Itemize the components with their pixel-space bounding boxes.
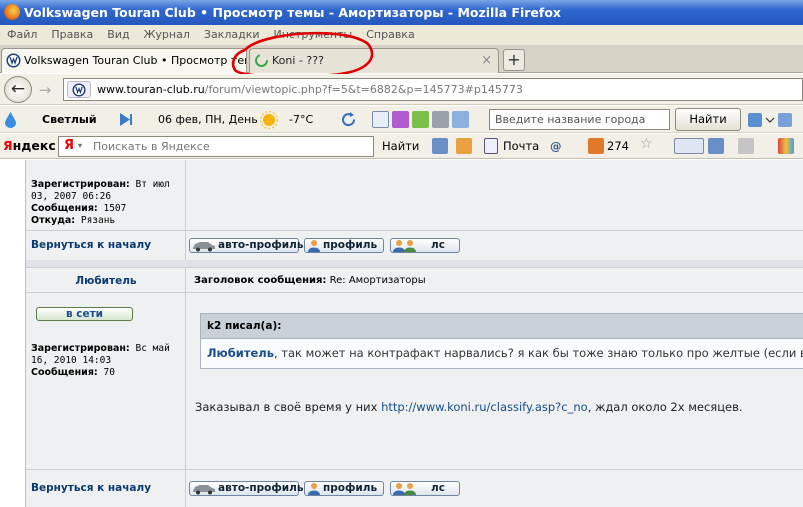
post2-footer-left: Вернуться к началу <box>26 469 186 507</box>
mail-button[interactable]: Почта <box>503 139 539 153</box>
navigation-bar: ← → www.touran-club.ru/forum/viewtopic.p… <box>0 74 803 105</box>
menu-edit[interactable]: Правка <box>44 25 100 45</box>
star-icon[interactable]: ☆ <box>640 136 653 152</box>
yandex-find-button[interactable]: Найти <box>382 139 419 153</box>
tools-icon[interactable] <box>432 111 449 128</box>
window-title: Volkswagen Touran Club • Просмотр темы -… <box>24 5 561 20</box>
loading-icon <box>255 54 268 67</box>
post1-footer-left: Вернуться к началу <box>26 230 186 260</box>
counter-icon[interactable] <box>588 138 604 154</box>
vw-logo-icon <box>6 53 21 68</box>
font-icon[interactable] <box>674 138 704 154</box>
filter-icon[interactable] <box>456 138 472 154</box>
play-icon[interactable] <box>117 111 133 128</box>
menu-history[interactable]: Журнал <box>137 25 197 45</box>
tab-touran-club[interactable]: Volkswagen Touran Club • Просмотр тем... <box>1 48 247 73</box>
menu-tools[interactable]: Инструменты <box>267 25 360 45</box>
url-path: /forum/viewtopic.php?f=5&t=6882&p=145773… <box>204 83 523 96</box>
pm-button[interactable]: лс <box>390 238 460 253</box>
quote-body: Любитель, так может на контрафакт нарвал… <box>200 339 803 369</box>
chevron-down-icon[interactable]: ▾ <box>78 141 82 150</box>
page-content: Зарегистрирован: Вт июл 03, 2007 06:26 С… <box>0 160 803 507</box>
yandex-toolbar: Яндекс ▾ Я ▾ Поискать в Яндексе Найти По… <box>0 134 803 159</box>
users-icon <box>393 483 416 495</box>
user-icon <box>308 240 320 252</box>
post1-body <box>186 160 803 230</box>
post2-subject-row: Заголовок сообщения: Re: Амортизаторы <box>186 267 803 293</box>
back-to-top-link[interactable]: Вернуться к началу <box>31 239 151 251</box>
sun-icon <box>259 111 279 129</box>
translate-tools-icon[interactable] <box>746 112 796 128</box>
drop-icon[interactable] <box>4 111 17 128</box>
weather-temp: -7°C <box>289 113 314 126</box>
menu-view[interactable]: Вид <box>100 25 136 45</box>
weather-date: 06 фев, ПН, День <box>158 113 258 126</box>
tab-koni[interactable]: Koni - ??? × <box>249 48 499 73</box>
car-icon <box>193 485 215 495</box>
auto-profile-button[interactable]: авто-профиль <box>189 238 303 253</box>
tab-label: Volkswagen Touran Club • Просмотр тем... <box>24 54 247 67</box>
profile-button[interactable]: профиль <box>304 481 384 496</box>
pm-button[interactable]: лс <box>390 481 460 496</box>
menu-bookmarks[interactable]: Закладки <box>197 25 267 45</box>
forward-button[interactable]: → <box>34 81 56 99</box>
users-icon <box>393 240 416 252</box>
calendar-icon[interactable] <box>392 111 409 128</box>
tab-strip: Volkswagen Touran Club • Просмотр тем...… <box>0 45 803 73</box>
auto-profile-button[interactable]: авто-профиль <box>189 481 303 496</box>
online-status-badge: в сети <box>36 307 133 321</box>
url-text: www.touran-club.ru/forum/viewtopic.php?f… <box>97 83 523 96</box>
tab-label: Koni - ??? <box>272 54 324 67</box>
palm-icon[interactable] <box>412 111 429 128</box>
profile-button[interactable]: профиль <box>304 238 384 253</box>
at-icon[interactable]: @ <box>550 139 562 153</box>
yandex-search-input[interactable]: Я ▾ Поискать в Яндексе <box>58 136 374 157</box>
tools-icon[interactable] <box>738 138 754 154</box>
mail-icon[interactable] <box>484 138 498 154</box>
koni-link[interactable]: http://www.koni.ru/classify.asp?c_no <box>381 400 588 414</box>
post1-footer-right: авто-профиль профиль лс <box>186 230 803 260</box>
address-bar[interactable]: www.touran-club.ru/forum/viewtopic.php?f… <box>63 78 803 101</box>
post2-author-info: в сети Зарегистрирован: Вс май 16, 2010 … <box>26 293 186 469</box>
page-margin <box>0 160 25 507</box>
post-text: Заказывал в своё время у них http://www.… <box>195 400 743 414</box>
bookmark-icon[interactable] <box>432 138 448 154</box>
apps-icon[interactable] <box>778 138 794 154</box>
menu-file[interactable]: Файл <box>0 25 44 45</box>
city-search-input[interactable]: Введите название города <box>489 109 670 130</box>
toolbar-icons <box>372 111 472 128</box>
yandex-y-icon: Я <box>64 138 75 153</box>
yandex-logo[interactable]: Яндекс ▾ <box>3 138 64 153</box>
menu-help[interactable]: Справка <box>359 25 421 45</box>
yandex-search-placeholder: Поискать в Яндексе <box>93 140 210 153</box>
weather-city[interactable]: Светлый <box>42 106 97 133</box>
post1-author-info: Зарегистрирован: Вт июл 03, 2007 06:26 С… <box>26 160 186 230</box>
notes-icon[interactable] <box>372 111 389 128</box>
back-button[interactable]: ← <box>4 76 32 103</box>
refresh-icon[interactable] <box>339 110 358 129</box>
site-identity-icon[interactable] <box>67 81 91 98</box>
window-titlebar: Volkswagen Touran Club • Просмотр темы -… <box>0 0 803 25</box>
forum-posts: Зарегистрирован: Вт июл 03, 2007 06:26 С… <box>25 160 803 507</box>
quote-header: k2 писал(а): <box>200 313 803 339</box>
new-tab-button[interactable]: + <box>503 49 525 71</box>
close-tab-icon[interactable]: × <box>481 49 492 72</box>
firefox-icon <box>4 4 20 20</box>
city-find-button[interactable]: Найти <box>675 108 741 131</box>
counter-value[interactable]: 274 <box>607 139 629 153</box>
post2-footer-right: авто-профиль профиль лс <box>186 469 803 507</box>
user-icon <box>308 483 320 495</box>
translate-icon[interactable] <box>708 138 724 154</box>
weather-toolbar: Светлый 06 фев, ПН, День -7°C Введите на… <box>0 106 803 133</box>
post-divider <box>26 260 803 267</box>
car-icon <box>193 242 215 252</box>
back-to-top-link[interactable]: Вернуться к началу <box>31 482 151 494</box>
menu-bar: Файл Правка Вид Журнал Закладки Инструменты Сп… <box>0 25 803 45</box>
post-subject: Заголовок сообщения: Re: Амортизаторы <box>194 275 426 286</box>
post-author[interactable]: Любитель <box>26 275 186 287</box>
post2-author-row: Любитель <box>26 267 186 293</box>
translate-icon[interactable] <box>452 111 469 128</box>
url-host: www.touran-club.ru <box>97 83 205 96</box>
